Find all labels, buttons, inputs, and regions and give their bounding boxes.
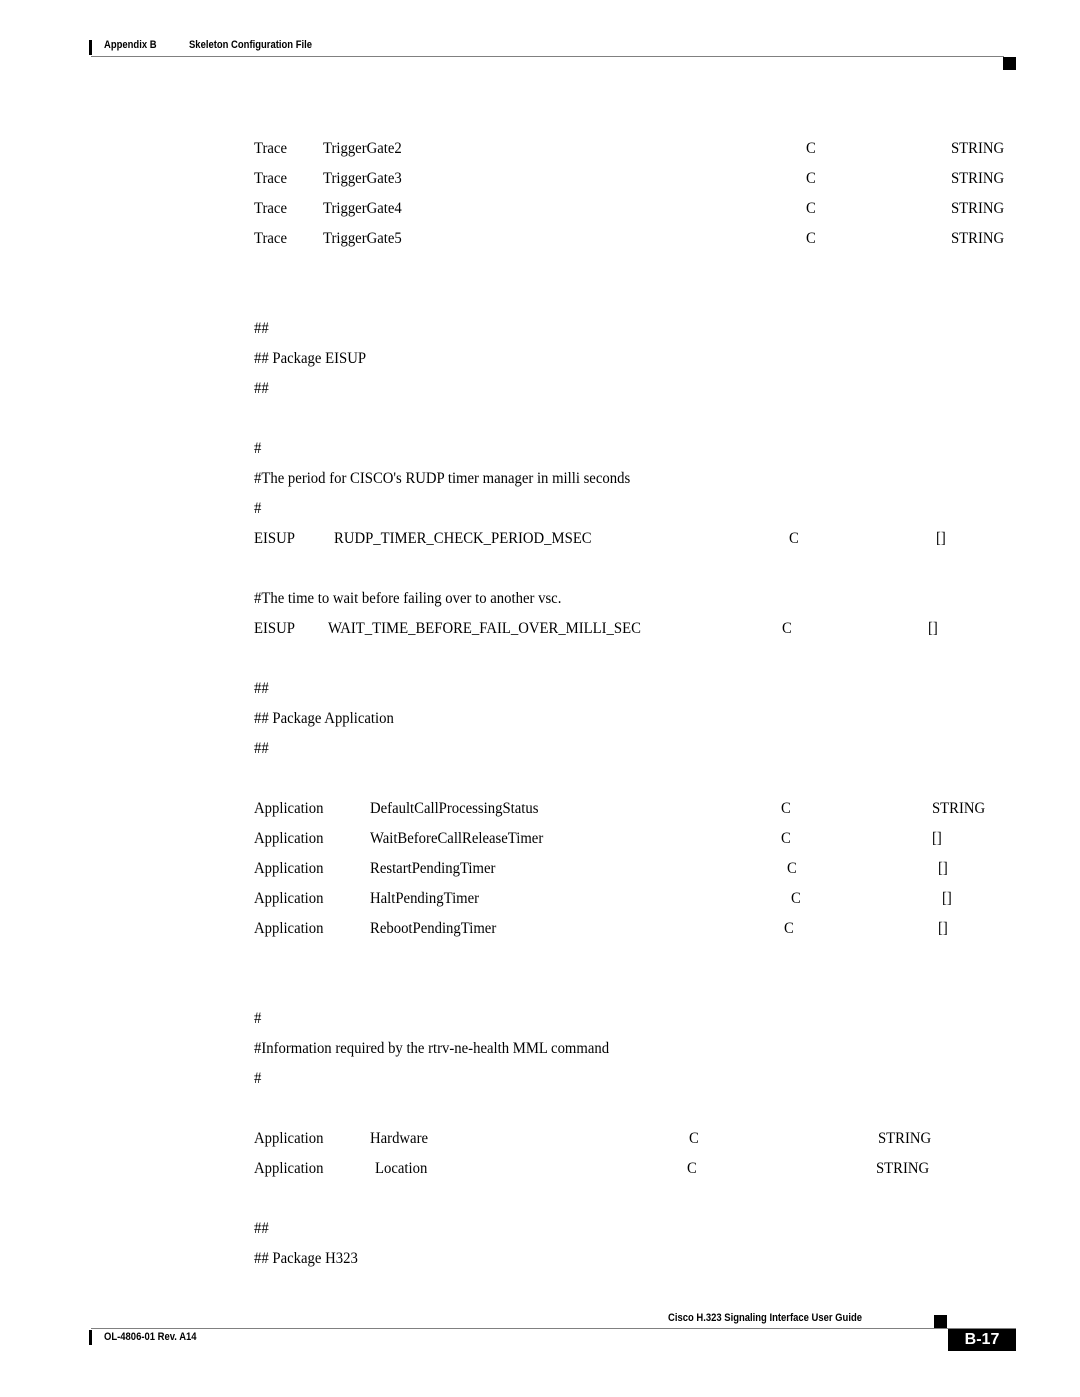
eisup-banner-top: ## bbox=[254, 320, 269, 337]
eisup-row-pkg: EISUP bbox=[254, 620, 295, 637]
application-row-flag: C bbox=[787, 860, 797, 877]
health-row-flag: C bbox=[687, 1160, 697, 1177]
page-number: B-17 bbox=[948, 1329, 1016, 1351]
health-row-name: Location bbox=[375, 1160, 428, 1177]
trace-row-type: STRING bbox=[951, 140, 1005, 157]
eisup-comment-top: # bbox=[254, 440, 262, 457]
application-comment-health: #Information required by the rtrv-ne-hea… bbox=[254, 1040, 610, 1057]
health-row-name: Hardware bbox=[370, 1130, 429, 1147]
trace-row-flag: C bbox=[806, 170, 816, 187]
application-row-type: [] bbox=[942, 890, 952, 907]
application-row-name: WaitBeforeCallReleaseTimer bbox=[370, 830, 544, 847]
trace-row-pkg: Trace bbox=[254, 200, 287, 217]
footer-guide-title: Cisco H.323 Signaling Interface User Gui… bbox=[668, 1312, 862, 1324]
application-comment-bottom: # bbox=[254, 1070, 262, 1087]
eisup-row-type: [] bbox=[928, 620, 938, 637]
eisup-row-flag: C bbox=[789, 530, 799, 547]
application-row-flag: C bbox=[791, 890, 801, 907]
health-row-flag: C bbox=[689, 1130, 699, 1147]
eisup-comment-bottom: # bbox=[254, 500, 262, 517]
application-row-pkg: Application bbox=[254, 920, 324, 937]
header-rule bbox=[91, 56, 1004, 57]
trace-row-name: TriggerGate3 bbox=[323, 170, 402, 187]
trace-row-pkg: Trace bbox=[254, 170, 287, 187]
header-chapter-title: Skeleton Configuration File bbox=[189, 39, 312, 51]
eisup-row-type: [] bbox=[936, 530, 946, 547]
application-row-type: [] bbox=[938, 920, 948, 937]
application-row-flag: C bbox=[781, 800, 791, 817]
trace-row-type: STRING bbox=[951, 230, 1005, 247]
application-row-pkg: Application bbox=[254, 830, 324, 847]
application-row-pkg: Application bbox=[254, 890, 324, 907]
trace-row-pkg: Trace bbox=[254, 230, 287, 247]
h323-banner-title: ## Package H323 bbox=[254, 1250, 358, 1267]
eisup-row-name: WAIT_TIME_BEFORE_FAIL_OVER_MILLI_SEC bbox=[328, 620, 641, 637]
application-row-type: [] bbox=[932, 830, 942, 847]
health-row-pkg: Application bbox=[254, 1130, 324, 1147]
eisup-row-name: RUDP_TIMER_CHECK_PERIOD_MSEC bbox=[334, 530, 592, 547]
application-row-flag: C bbox=[784, 920, 794, 937]
trace-row-flag: C bbox=[806, 200, 816, 217]
h323-banner-top: ## bbox=[254, 1220, 269, 1237]
footer-left-bar bbox=[89, 1330, 92, 1345]
trace-row-pkg: Trace bbox=[254, 140, 287, 157]
trace-row-flag: C bbox=[806, 140, 816, 157]
health-row-pkg: Application bbox=[254, 1160, 324, 1177]
application-row-name: RestartPendingTimer bbox=[370, 860, 496, 877]
application-row-flag: C bbox=[781, 830, 791, 847]
health-row-type: STRING bbox=[876, 1160, 930, 1177]
footer-corner-square bbox=[934, 1315, 947, 1328]
application-row-type: STRING bbox=[932, 800, 986, 817]
application-row-name: HaltPendingTimer bbox=[370, 890, 480, 907]
header-corner-square bbox=[1003, 57, 1016, 70]
eisup-comment-rudp: #The period for CISCO's RUDP timer manag… bbox=[254, 470, 631, 487]
application-row-name: DefaultCallProcessingStatus bbox=[370, 800, 539, 817]
footer-rule bbox=[91, 1328, 1016, 1329]
trace-row-name: TriggerGate4 bbox=[323, 200, 402, 217]
eisup-banner-bottom: ## bbox=[254, 380, 269, 397]
header-appendix-label: Appendix B bbox=[104, 39, 157, 51]
application-banner-top: ## bbox=[254, 680, 269, 697]
application-row-name: RebootPendingTimer bbox=[370, 920, 497, 937]
application-row-pkg: Application bbox=[254, 860, 324, 877]
trace-row-name: TriggerGate2 bbox=[323, 140, 402, 157]
eisup-row-flag: C bbox=[782, 620, 792, 637]
application-banner-title: ## Package Application bbox=[254, 710, 394, 727]
eisup-comment-failover: #The time to wait before failing over to… bbox=[254, 590, 562, 607]
trace-row-type: STRING bbox=[951, 200, 1005, 217]
application-row-type: [] bbox=[938, 860, 948, 877]
trace-row-flag: C bbox=[806, 230, 816, 247]
application-row-pkg: Application bbox=[254, 800, 324, 817]
eisup-row-pkg: EISUP bbox=[254, 530, 295, 547]
footer-doc-number: OL-4806-01 Rev. A14 bbox=[104, 1331, 197, 1343]
eisup-banner-title: ## Package EISUP bbox=[254, 350, 367, 367]
trace-row-type: STRING bbox=[951, 170, 1005, 187]
health-row-type: STRING bbox=[878, 1130, 932, 1147]
application-banner-bottom: ## bbox=[254, 740, 269, 757]
header-left-bar bbox=[89, 40, 92, 55]
application-comment-top: # bbox=[254, 1010, 262, 1027]
trace-row-name: TriggerGate5 bbox=[323, 230, 402, 247]
